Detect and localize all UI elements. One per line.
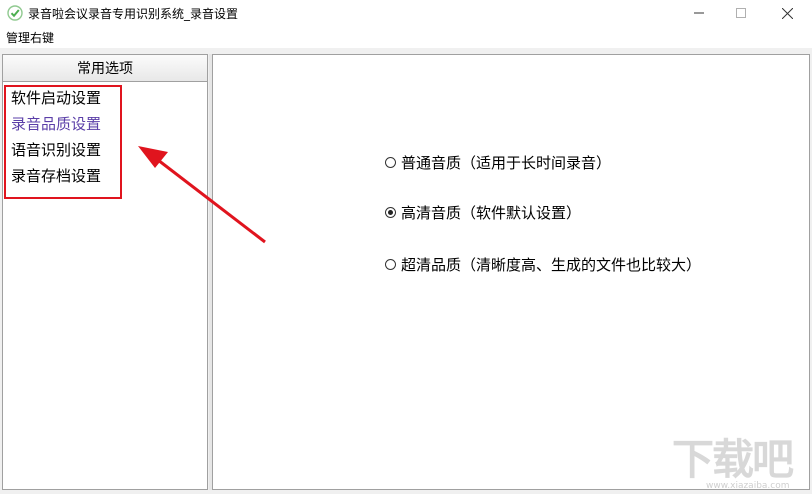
watermark-url: www.xiazaiba.com <box>706 478 806 493</box>
watermark-logo-icon: 下载吧 <box>672 435 796 484</box>
svg-text:下载吧: 下载吧 <box>672 435 794 484</box>
svg-text:www.xiazaiba.com: www.xiazaiba.com <box>706 481 790 490</box>
annotation-arrow-icon <box>138 146 266 244</box>
